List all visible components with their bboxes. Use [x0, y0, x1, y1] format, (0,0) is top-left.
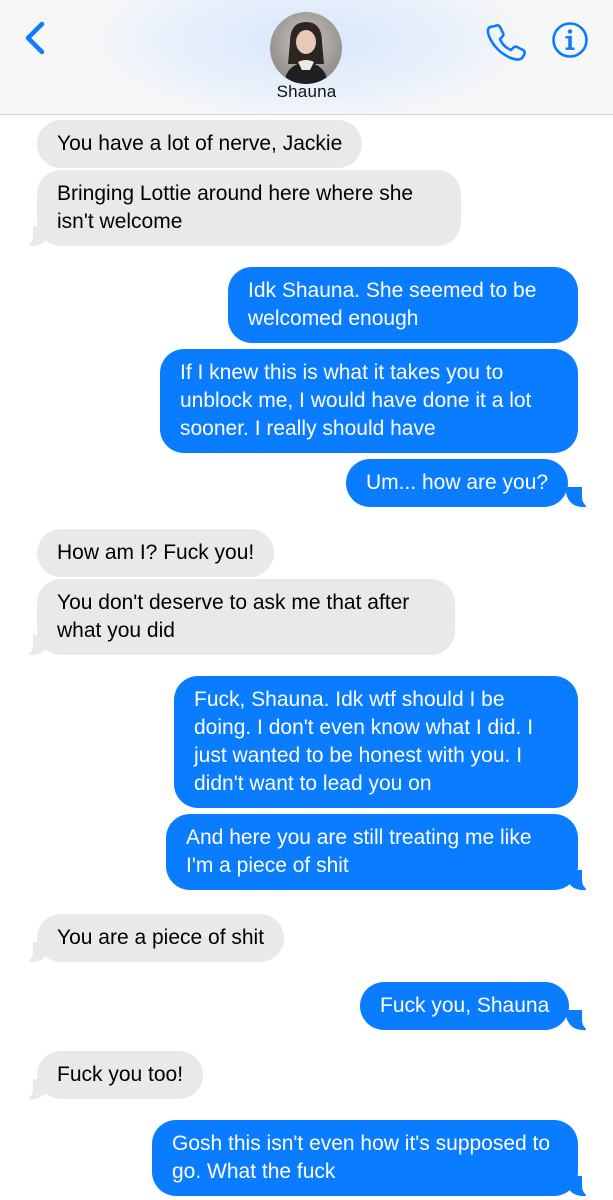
- incoming-message[interactable]: How am I? Fuck you!: [37, 529, 275, 577]
- info-button[interactable]: [550, 20, 590, 60]
- contact-name[interactable]: Shauna: [0, 82, 613, 102]
- outgoing-message[interactable]: Gosh this isn't even how it's supposed t…: [152, 1120, 578, 1196]
- bubble-tail: [566, 1006, 596, 1032]
- outgoing-message[interactable]: Um... how are you?: [346, 459, 569, 507]
- call-button[interactable]: [485, 20, 527, 62]
- conversation-header: Shauna: [0, 0, 613, 115]
- back-button[interactable]: [18, 18, 54, 58]
- info-icon: [552, 22, 588, 58]
- contact-photo: [270, 12, 342, 84]
- incoming-message[interactable]: You don't deserve to ask me that after w…: [37, 579, 455, 655]
- incoming-message[interactable]: Bringing Lottie around here where she is…: [37, 170, 461, 246]
- bubble-tail: [566, 483, 596, 509]
- incoming-message[interactable]: You are a piece of shit: [37, 914, 285, 962]
- outgoing-message[interactable]: Idk Shauna. She seemed to be welcomed en…: [228, 267, 578, 343]
- outgoing-message[interactable]: Fuck you, Shauna: [360, 982, 570, 1030]
- bubble-tail: [566, 1172, 596, 1198]
- bubble-tail: [566, 866, 596, 892]
- avatar[interactable]: [270, 12, 342, 84]
- bubble-tail: [19, 631, 49, 657]
- bubble-tail: [19, 1075, 49, 1101]
- incoming-message[interactable]: Fuck you too!: [37, 1051, 204, 1099]
- incoming-message[interactable]: You have a lot of nerve, Jackie: [37, 120, 363, 168]
- bubble-tail: [19, 938, 49, 964]
- bubble-tail: [19, 222, 49, 248]
- phone-icon: [486, 24, 526, 61]
- outgoing-message[interactable]: And here you are still treating me like …: [166, 814, 578, 890]
- outgoing-message[interactable]: If I knew this is what it takes you to u…: [160, 349, 578, 453]
- outgoing-message[interactable]: Fuck, Shauna. Idk wtf should I be doing.…: [174, 676, 578, 808]
- chevron-left-icon: [25, 21, 45, 55]
